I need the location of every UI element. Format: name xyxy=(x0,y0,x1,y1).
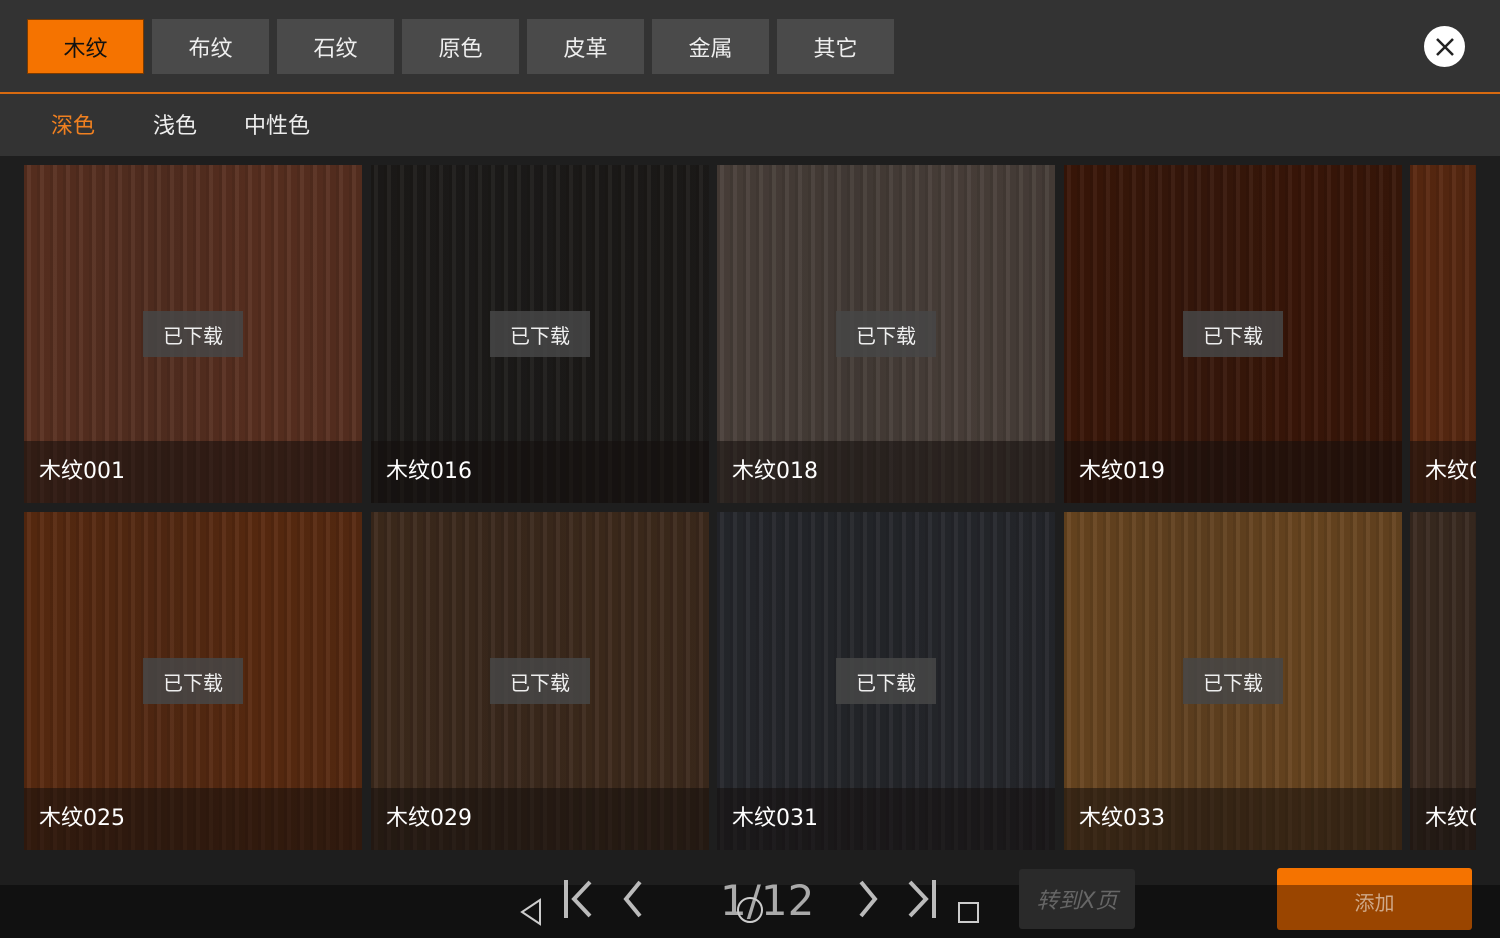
total-pages: 12 xyxy=(760,876,815,925)
subtab-dark[interactable]: 深色 xyxy=(51,108,95,140)
close-icon xyxy=(1435,37,1454,56)
goto-page-input[interactable]: 转到X页 xyxy=(1019,869,1135,929)
material-name: 木纹018 xyxy=(717,441,1055,503)
downloaded-badge: 已下载 xyxy=(836,658,936,704)
subcategory-bar xyxy=(0,94,1500,156)
material-name: 木纹0 xyxy=(1410,788,1476,850)
downloaded-badge: 已下载 xyxy=(143,311,243,357)
home-nav-icon[interactable] xyxy=(735,895,765,925)
downloaded-badge: 已下载 xyxy=(490,658,590,704)
close-button[interactable] xyxy=(1424,26,1465,67)
downloaded-badge: 已下载 xyxy=(490,311,590,357)
subtab-neutral[interactable]: 中性色 xyxy=(244,108,310,140)
material-name: 木纹019 xyxy=(1064,441,1402,503)
tab-stone[interactable]: 石纹 xyxy=(277,19,394,74)
material-tile[interactable]: 已下载木纹016 xyxy=(371,165,709,503)
tab-wood[interactable]: 木纹 xyxy=(27,19,144,74)
next-page-icon[interactable] xyxy=(855,878,881,920)
material-tile[interactable]: 已下载木纹018 xyxy=(717,165,1055,503)
material-tile[interactable]: 已下载木纹019 xyxy=(1064,165,1402,503)
last-page-icon[interactable] xyxy=(904,878,938,920)
prev-page-icon[interactable] xyxy=(620,878,646,920)
material-name: 木纹029 xyxy=(371,788,709,850)
add-button[interactable]: 添加 xyxy=(1277,868,1472,930)
tab-fabric[interactable]: 布纹 xyxy=(152,19,269,74)
tab-metal[interactable]: 金属 xyxy=(652,19,769,74)
material-tile[interactable]: 已下载木纹001 xyxy=(24,165,362,503)
downloaded-badge: 已下载 xyxy=(143,658,243,704)
material-tile[interactable]: 已下载木纹029 xyxy=(371,512,709,850)
material-tile[interactable]: 木纹0 xyxy=(1410,165,1476,503)
material-name: 木纹033 xyxy=(1064,788,1402,850)
material-tile[interactable]: 木纹0 xyxy=(1410,512,1476,850)
tab-solid-color[interactable]: 原色 xyxy=(402,19,519,74)
material-name: 木纹0 xyxy=(1410,441,1476,503)
first-page-icon[interactable] xyxy=(562,878,596,920)
material-tile[interactable]: 已下载木纹025 xyxy=(24,512,362,850)
material-name: 木纹001 xyxy=(24,441,362,503)
material-name: 木纹031 xyxy=(717,788,1055,850)
tab-leather[interactable]: 皮革 xyxy=(527,19,644,74)
downloaded-badge: 已下载 xyxy=(1183,311,1283,357)
subtab-light[interactable]: 浅色 xyxy=(153,108,197,140)
back-nav-icon[interactable] xyxy=(518,897,544,927)
material-tile[interactable]: 已下载木纹033 xyxy=(1064,512,1402,850)
recents-nav-icon[interactable] xyxy=(956,900,982,926)
material-name: 木纹025 xyxy=(24,788,362,850)
downloaded-badge: 已下载 xyxy=(836,311,936,357)
material-grid: 已下载木纹001已下载木纹016已下载木纹018已下载木纹019木纹0已下载木纹… xyxy=(24,165,1476,851)
tab-other[interactable]: 其它 xyxy=(777,19,894,74)
material-name: 木纹016 xyxy=(371,441,709,503)
category-bar: 木纹 布纹 石纹 原色 皮革 金属 其它 xyxy=(0,0,1500,92)
material-tile[interactable]: 已下载木纹031 xyxy=(717,512,1055,850)
downloaded-badge: 已下载 xyxy=(1183,658,1283,704)
